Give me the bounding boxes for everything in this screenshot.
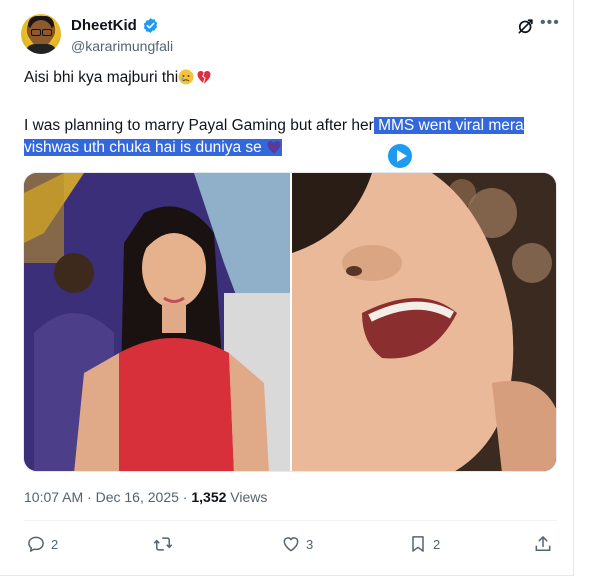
sad-face-emoji bbox=[178, 69, 194, 85]
media-grid[interactable] bbox=[23, 172, 557, 472]
divider bbox=[24, 520, 557, 521]
play-icon[interactable] bbox=[386, 142, 414, 170]
heart-icon bbox=[283, 537, 299, 552]
repost-button[interactable] bbox=[153, 534, 178, 554]
like-button[interactable]: 3 bbox=[281, 534, 313, 554]
verified-badge-icon bbox=[143, 18, 158, 33]
selected-text: vishwas uth chuka hai is duniya se bbox=[24, 139, 262, 156]
user-handle[interactable]: @kararimungfali bbox=[71, 38, 173, 54]
share-button[interactable] bbox=[533, 534, 553, 554]
bookmark-count: 2 bbox=[433, 536, 441, 552]
repost-icon bbox=[153, 537, 173, 551]
selected-text: MMS went viral mera bbox=[373, 117, 524, 134]
tweet-text-line-1: Aisi bhi kya majburi thi bbox=[24, 67, 212, 88]
tweet-card: DheetKid @kararimungfali ••• Aisi bhi ky… bbox=[0, 0, 574, 576]
avatar[interactable] bbox=[21, 14, 61, 54]
author-name-row: DheetKid bbox=[71, 17, 159, 34]
reply-count: 2 bbox=[51, 536, 59, 552]
views-label: Views bbox=[230, 489, 268, 505]
bookmark-icon bbox=[412, 536, 424, 552]
display-name[interactable]: DheetKid bbox=[71, 17, 137, 34]
video-thumbnail[interactable] bbox=[292, 173, 556, 471]
photo-woman-stadium[interactable] bbox=[24, 173, 290, 471]
reply-button[interactable]: 2 bbox=[26, 534, 58, 554]
like-count: 3 bbox=[306, 536, 314, 552]
action-bar: 2 3 2 bbox=[0, 534, 574, 562]
post-date[interactable]: Dec 16, 2025 bbox=[96, 489, 179, 505]
share-icon bbox=[535, 536, 551, 551]
tweet-text-line-3: vishwas uth chuka hai is duniya se bbox=[24, 137, 283, 158]
tweet-text-line-2: I was planning to marry Payal Gaming but… bbox=[24, 117, 524, 134]
post-metadata: 10:07 AM · Dec 16, 2025 · 1,352 Views bbox=[24, 489, 268, 505]
bookmark-button[interactable]: 2 bbox=[408, 534, 440, 554]
broken-heart-emoji bbox=[197, 71, 211, 84]
broken-heart-emoji bbox=[267, 141, 281, 154]
more-options-icon[interactable]: ••• bbox=[540, 14, 560, 32]
grok-icon[interactable] bbox=[516, 16, 536, 36]
views-count: 1,352 bbox=[191, 489, 227, 505]
reply-icon bbox=[28, 536, 44, 552]
post-time[interactable]: 10:07 AM bbox=[24, 489, 83, 505]
